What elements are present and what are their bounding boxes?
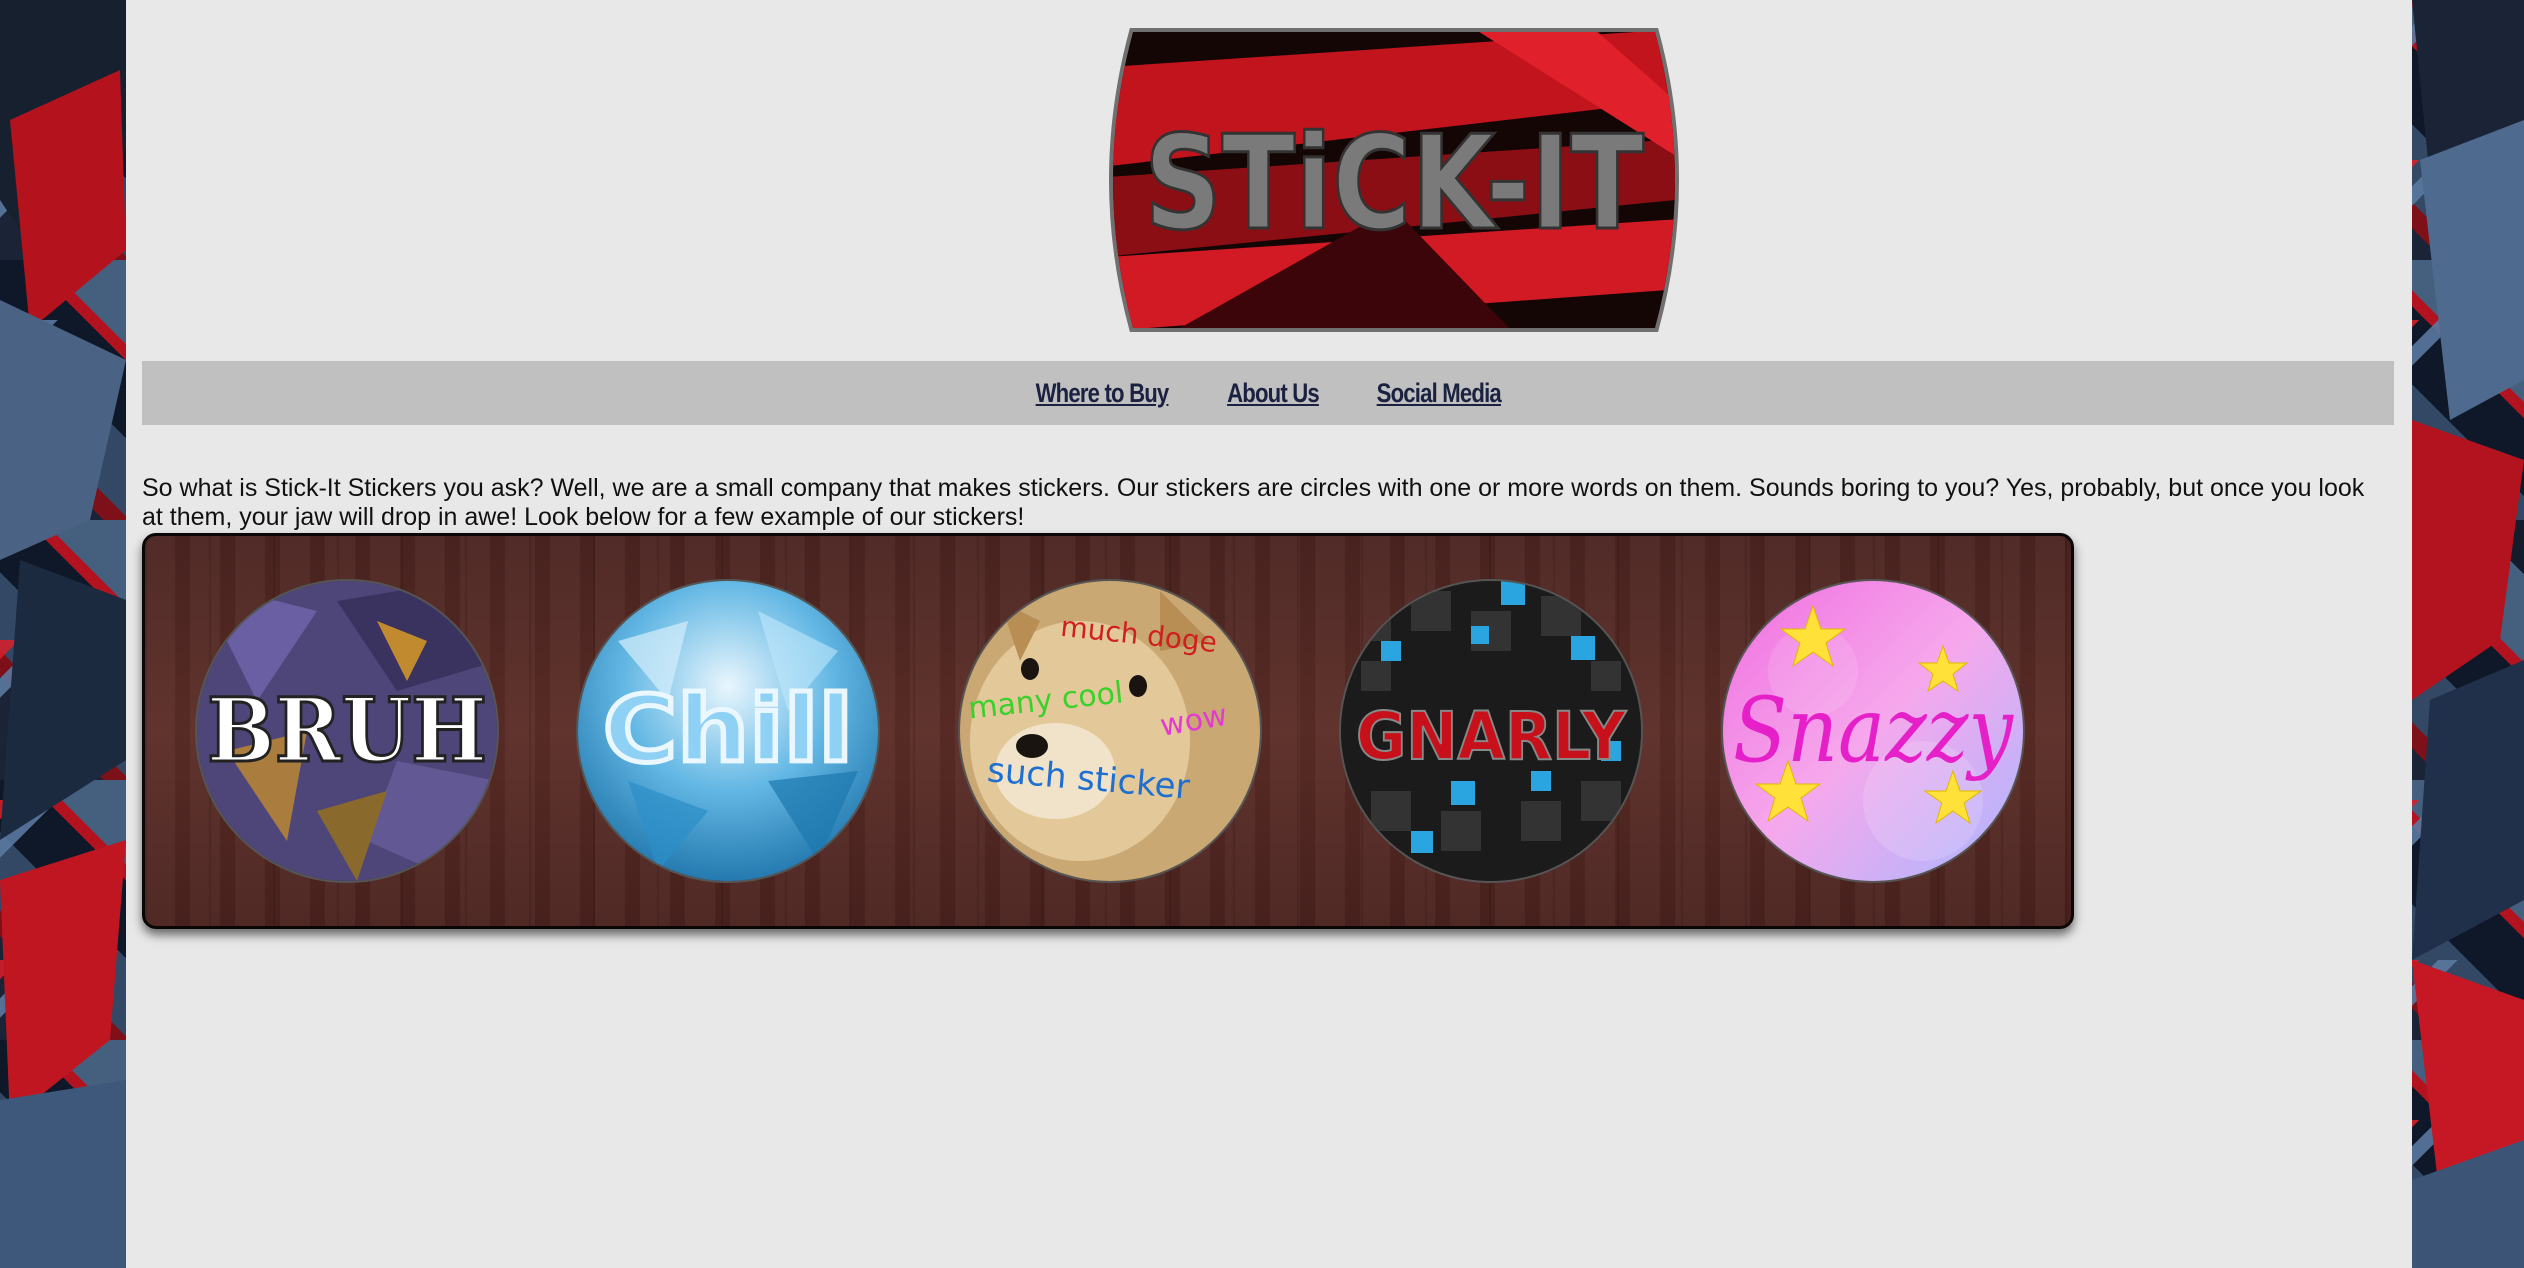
page-container: STiCK-IT Where to Buy About Us Social Me… [126,0,2412,1268]
main-navigation: Where to Buy About Us Social Media [142,361,2394,425]
sticker-gnarly[interactable]: GNARLY [1339,579,1643,883]
sticker-bruh-text: BRUH [207,678,487,782]
sticker-snazzy[interactable]: Snazzy [1721,579,2025,883]
sticker-chill-text: Chill [603,676,853,783]
sticker-chill[interactable]: Chill [576,579,880,883]
nav-link-about-us[interactable]: About Us [1227,378,1320,409]
sticker-bruh[interactable]: BRUH [195,579,499,883]
nav-link-where-to-buy[interactable]: Where to Buy [1036,378,1170,409]
logo-text: STiCK-IT [1144,107,1644,259]
sticker-gnarly-text: GNARLY [1356,698,1627,775]
sticker-snazzy-text: Snazzy [1733,678,2014,783]
sticker-gallery: BRUH Chill much doge many cool wow such … [142,533,2074,929]
site-logo[interactable]: STiCK-IT [1093,28,1695,332]
sticker-doge[interactable]: much doge many cool wow such sticker [958,579,1262,883]
nav-link-social-media[interactable]: Social Media [1377,378,1502,409]
logo-badge: STiCK-IT [1109,28,1679,332]
intro-paragraph: So what is Stick-It Stickers you ask? We… [142,474,2365,531]
